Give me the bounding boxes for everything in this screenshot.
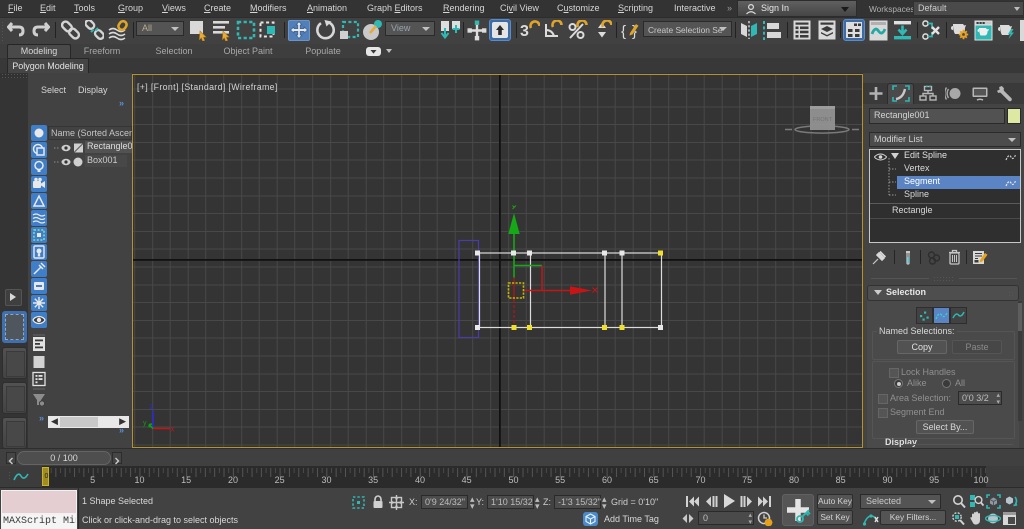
svg-text:FRONT: FRONT: [813, 117, 833, 123]
svg-text:y: y: [143, 420, 147, 427]
svg-text:x: x: [171, 425, 175, 434]
svg-text:3: 3: [520, 23, 529, 40]
svg-text:z: z: [150, 402, 154, 411]
svg-text:{: {: [621, 23, 626, 40]
